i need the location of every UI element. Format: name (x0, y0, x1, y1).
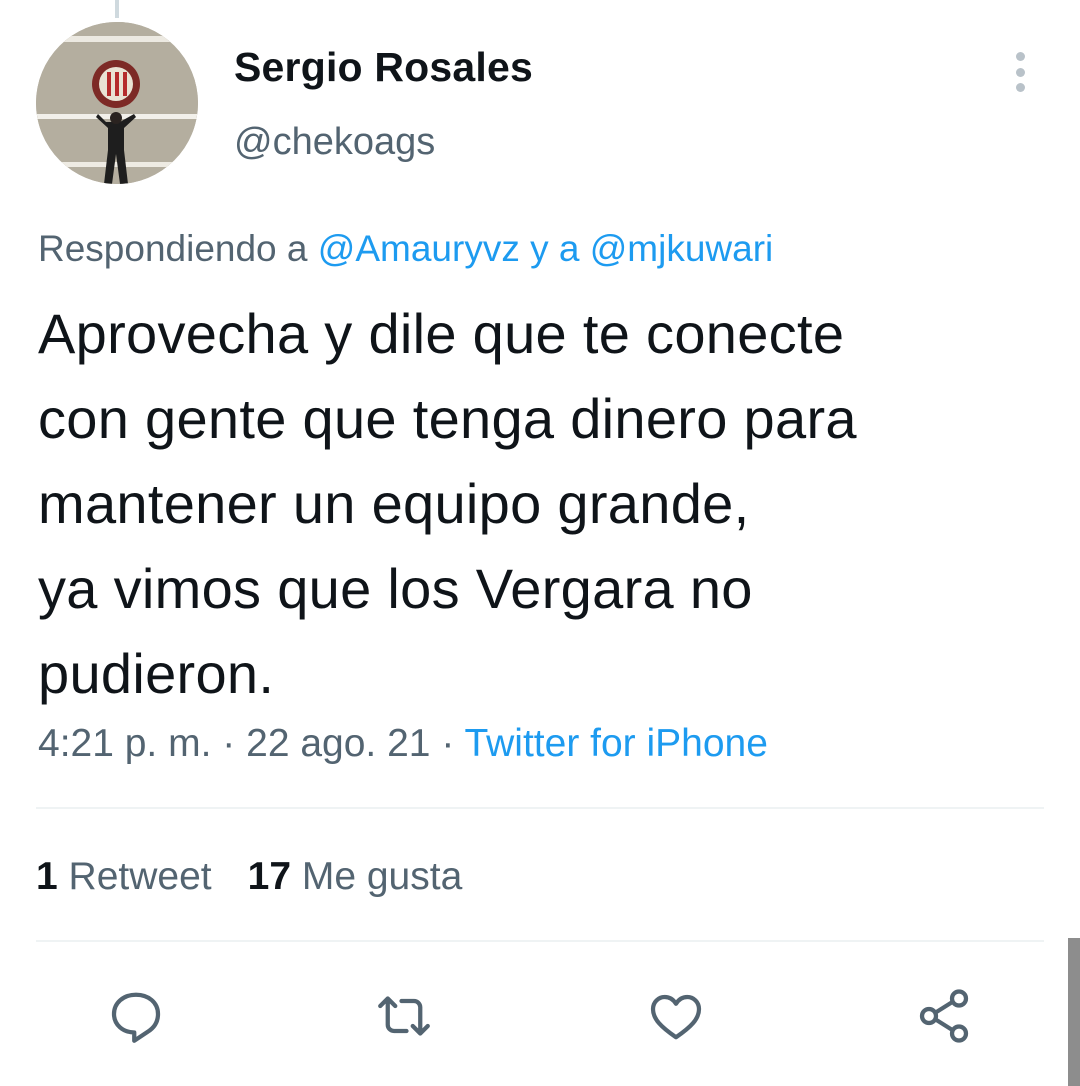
tweet-text-line: con gente que tenga dinero para (38, 387, 857, 450)
tweet-meta: 4:21 p. m. · 22 ago. 21 · Twitter for iP… (38, 722, 768, 766)
divider (36, 940, 1044, 942)
action-bar (0, 984, 1080, 1048)
reply-button[interactable] (104, 984, 168, 1048)
retweet-stat[interactable]: 1 Retweet (36, 855, 212, 898)
retweet-count: 1 (36, 855, 58, 898)
retweet-button[interactable] (372, 984, 436, 1048)
like-stat[interactable]: 17 Me gusta (248, 855, 463, 898)
replying-to-prefix: Respondiendo a (38, 228, 308, 269)
meta-separator: · (441, 722, 455, 765)
retweet-icon (378, 996, 430, 1036)
mention-link-1[interactable]: @Amauryvz (318, 228, 520, 269)
tweet-text-line: ya vimos que los Vergara no (38, 557, 753, 620)
author-handle[interactable]: @chekoags (234, 121, 435, 164)
like-button[interactable] (644, 984, 708, 1048)
mention-link-2[interactable]: @mjkuwari (590, 228, 774, 269)
heart-icon (650, 994, 702, 1040)
tweet-text-line: pudieron. (38, 642, 275, 705)
share-button[interactable] (912, 984, 976, 1048)
like-count: 17 (247, 855, 292, 898)
scrollbar[interactable] (1068, 938, 1080, 1086)
avatar[interactable] (36, 22, 198, 184)
tweet-time[interactable]: 4:21 p. m. (38, 722, 211, 765)
divider (36, 807, 1044, 809)
meta-separator: · (222, 722, 236, 765)
like-label: Me gusta (301, 855, 463, 898)
avatar-photo (36, 22, 198, 184)
replying-to: Respondiendo a @Amauryvz y a @mjkuwari (38, 228, 773, 270)
thread-connector-line (115, 0, 119, 18)
tweet-text-line: Aprovecha y dile que te conecte (38, 302, 845, 365)
reply-icon (111, 992, 161, 1043)
more-options-icon[interactable] (1004, 50, 1036, 94)
tweet-text: Aprovecha y dile que te conecte con gent… (38, 291, 1048, 716)
engagement-stats: 1 Retweet 17 Me gusta (36, 855, 462, 899)
tweet-date[interactable]: 22 ago. 21 (246, 722, 430, 765)
tweet-source-link[interactable]: Twitter for iPhone (464, 722, 767, 765)
author-name[interactable]: Sergio Rosales (234, 44, 533, 91)
retweet-label: Retweet (68, 855, 212, 898)
share-icon (919, 989, 969, 1043)
replying-to-connector[interactable]: y a (530, 228, 579, 269)
tweet-text-line: mantener un equipo grande, (38, 472, 750, 535)
